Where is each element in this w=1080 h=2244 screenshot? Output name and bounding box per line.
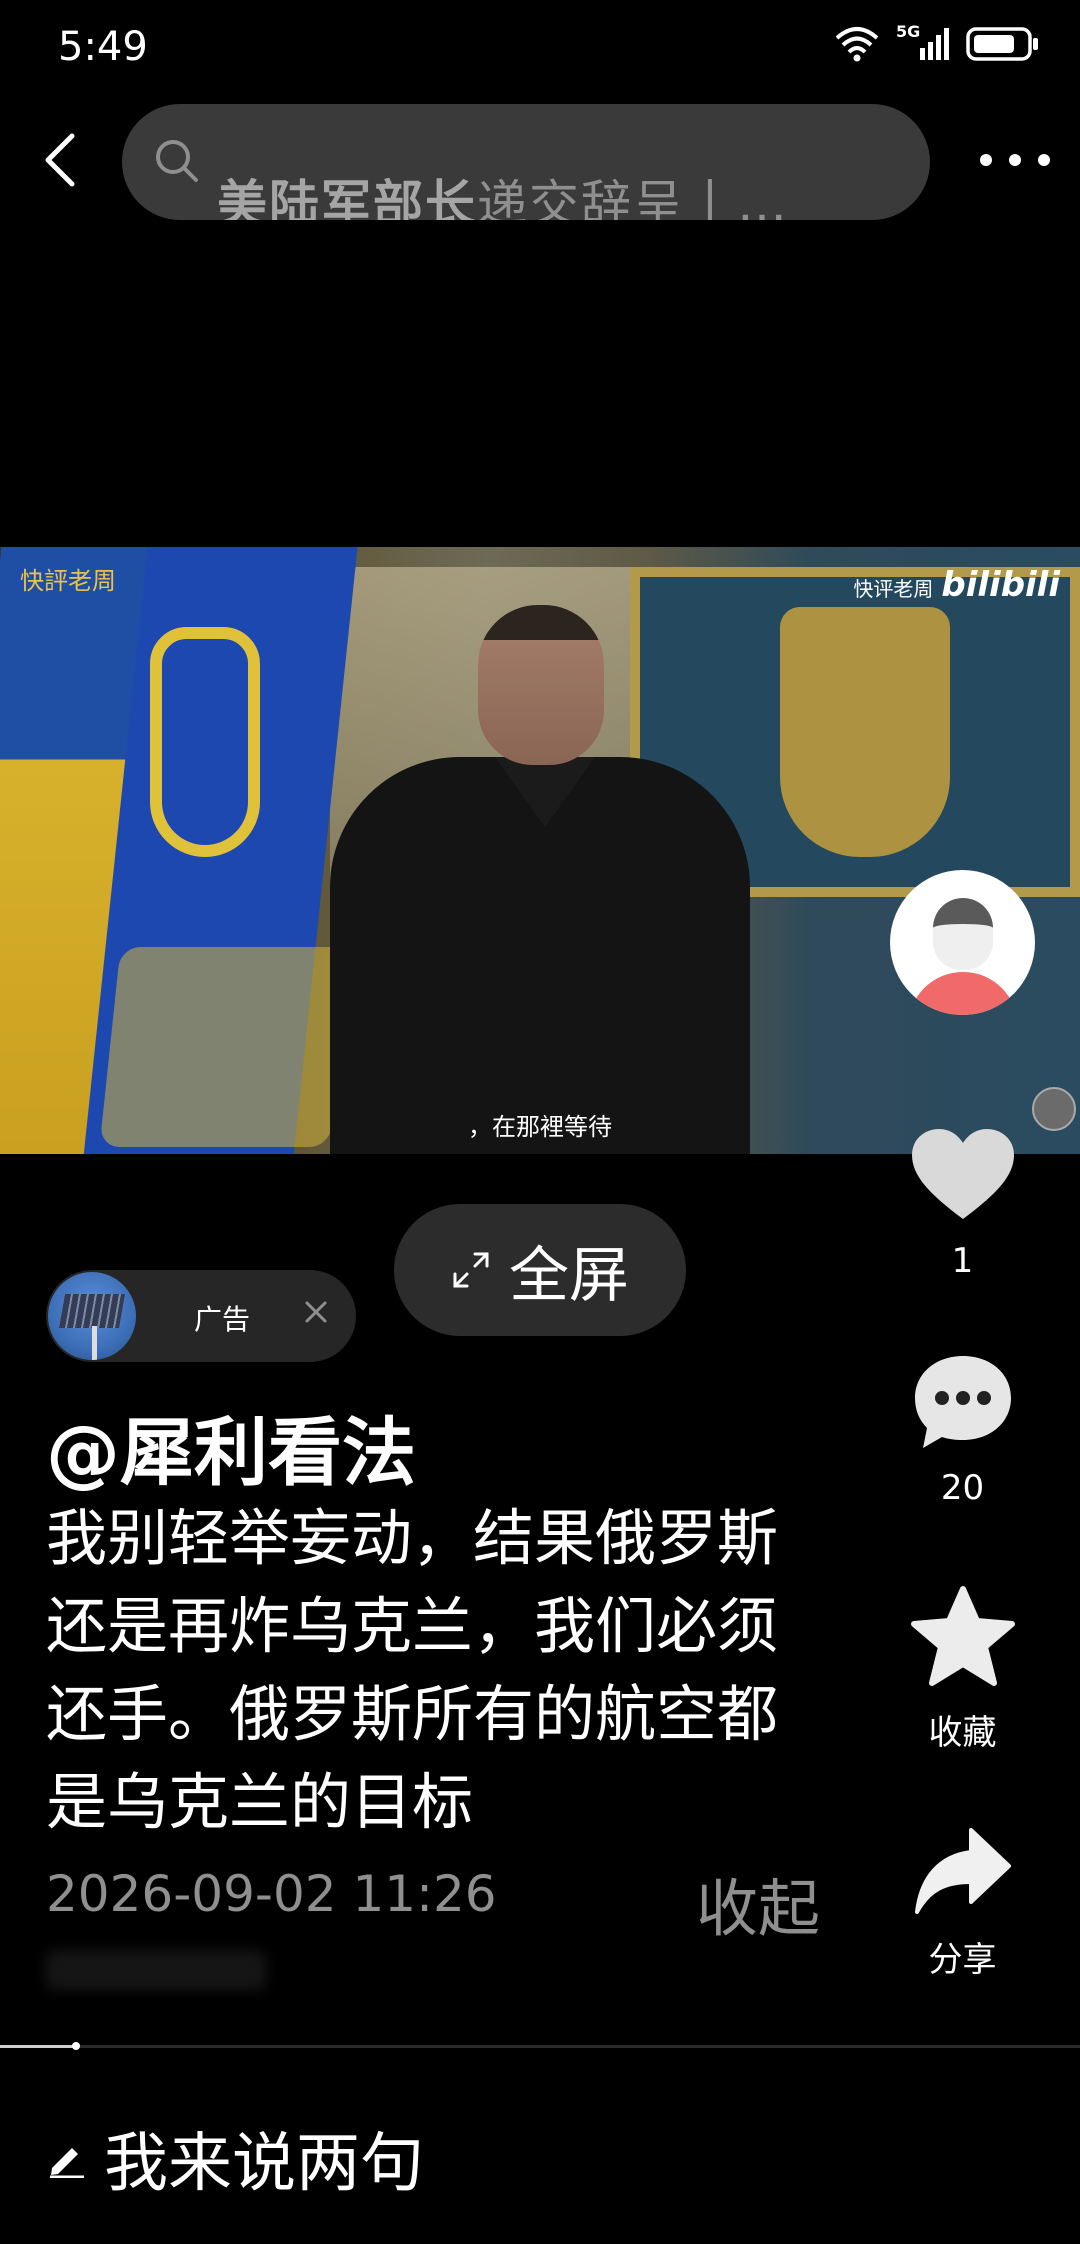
status-time: 5:49 [58, 24, 148, 70]
pole-shape [92, 1326, 97, 1360]
star-icon [910, 1586, 1015, 1686]
video-player[interactable]: 快評老周 快评老周 bilibili ，在那裡等待 [0, 547, 1080, 1154]
video-watermark-left: 快評老周 [20, 567, 116, 595]
like-count: 1 [951, 1241, 974, 1281]
network-type: 5G [896, 22, 921, 41]
top-bar: 美陆军部长递交辞呈丨… [0, 100, 1080, 230]
more-options-button[interactable] [980, 140, 1050, 180]
share-label: 分享 [928, 1940, 997, 1980]
mini-avatar [1032, 1087, 1076, 1131]
video-watermark-right: 快评老周 bilibili [853, 565, 1060, 605]
watermark-channel: 快评老周 [853, 577, 934, 601]
post-date: 2026-09-02 11:26 [46, 1865, 497, 1923]
avatar-face [933, 898, 993, 970]
wifi-icon [834, 26, 880, 62]
coat-of-arms-shape [780, 607, 950, 857]
ad-close-button[interactable] [296, 1292, 336, 1332]
more-dot-icon [980, 154, 992, 166]
progress-thumb[interactable] [71, 2042, 80, 2050]
collapse-button[interactable]: 收起 [696, 1858, 820, 1948]
avatar-shoulders [908, 972, 1018, 1015]
share-button[interactable]: 分享 [900, 1826, 1025, 1981]
expand-icon [453, 1252, 489, 1288]
search-bar[interactable]: 美陆军部长递交辞呈丨… [122, 104, 930, 220]
progress-fill [0, 2045, 76, 2048]
search-query: 美陆军部长递交辞呈丨… [217, 175, 789, 220]
signal-icon: 5G [894, 22, 952, 62]
author-name[interactable]: @犀利看法 [46, 1393, 416, 1500]
ad-label: 广告 [194, 1303, 251, 1336]
comment-placeholder: 我来说两句 [104, 2127, 424, 2201]
ad-banner[interactable]: 广告 [46, 1270, 356, 1362]
search-icon [154, 138, 200, 188]
video-progress-bar[interactable] [0, 2042, 1080, 2050]
favorite-button[interactable]: 收藏 [900, 1585, 1025, 1754]
battery-icon [966, 26, 1040, 62]
ad-thumbnail [48, 1272, 136, 1360]
post-description: 我别轻举妄动，结果俄罗斯还是再炸乌克兰，我们必须还手。俄罗斯所有的航空都是乌克兰… [46, 1503, 779, 1838]
back-arrow-icon [45, 133, 75, 187]
fullscreen-button[interactable]: 全屏 [394, 1204, 686, 1336]
share-arrow-icon [914, 1828, 1011, 1914]
blurred-text [46, 1950, 266, 1990]
close-icon [305, 1301, 327, 1323]
comment-button[interactable]: 20 [900, 1352, 1025, 1508]
fullscreen-label: 全屏 [509, 1240, 629, 1311]
comment-count: 20 [940, 1468, 985, 1508]
author-avatar[interactable] [890, 870, 1035, 1015]
pencil-icon [50, 2148, 84, 2178]
more-dot-icon [1009, 154, 1021, 166]
favorite-label: 收藏 [928, 1713, 997, 1753]
person-head [478, 605, 604, 765]
comment-bubble-icon [914, 1356, 1011, 1448]
status-icons: 5G [834, 22, 1040, 62]
bilibili-logo: bilibili [941, 565, 1060, 605]
more-dot-icon [1038, 154, 1050, 166]
back-button[interactable] [30, 120, 90, 200]
flag-emblem-shape [150, 627, 260, 857]
status-bar: 5:49 5G [0, 0, 1080, 100]
solar-panel-shape [59, 1294, 125, 1328]
like-button[interactable]: 1 [900, 1125, 1025, 1281]
comment-input[interactable]: 我来说两句 [46, 2112, 424, 2204]
heart-icon [911, 1129, 1014, 1219]
